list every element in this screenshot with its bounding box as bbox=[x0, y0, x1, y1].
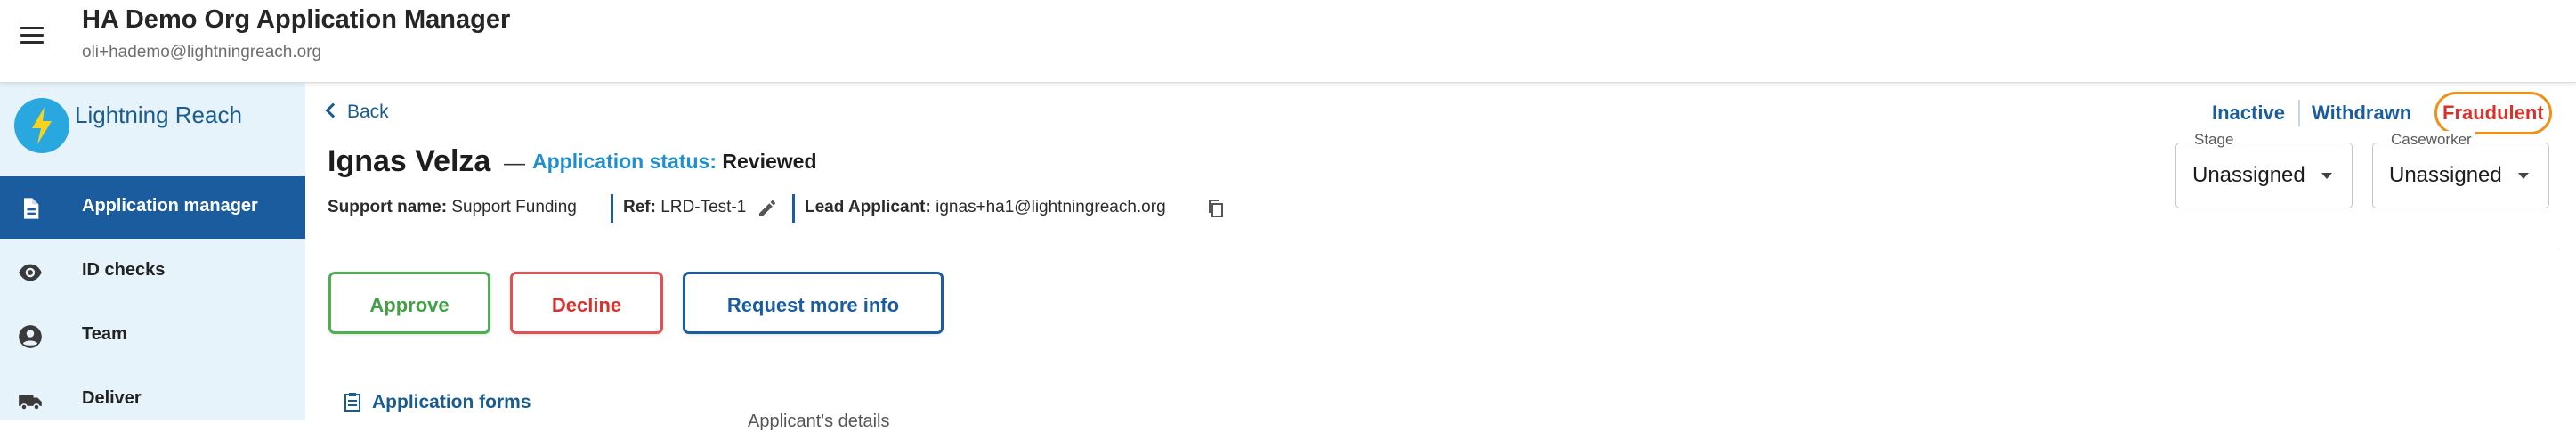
status-value: Reviewed bbox=[722, 150, 817, 173]
caret-down-icon bbox=[2518, 173, 2529, 179]
sidebar-item-application-manager[interactable]: Application manager bbox=[0, 176, 305, 239]
stage-select[interactable]: Stage Unassigned bbox=[2175, 131, 2353, 208]
sidebar-item-id-checks[interactable]: ID checks bbox=[0, 240, 305, 303]
lead-applicant: Lead Applicant: ignas+ha1@lightningreach… bbox=[805, 198, 1166, 217]
logo-text: Lightning Reach bbox=[75, 102, 242, 128]
eye-icon bbox=[19, 264, 42, 281]
sidebar-item-label: Deliver bbox=[82, 388, 142, 408]
sidebar-item-team[interactable]: Team bbox=[0, 305, 305, 367]
application-forms-label: Application forms bbox=[372, 392, 531, 412]
status-label: Application status: bbox=[532, 150, 717, 173]
lead-applicant-value: ignas+ha1@lightningreach.org bbox=[936, 198, 1166, 216]
menu-icon[interactable] bbox=[16, 20, 48, 52]
chevron-left-icon bbox=[325, 102, 341, 118]
stage-value: Unassigned bbox=[2192, 163, 2305, 187]
lead-applicant-key: Lead Applicant: bbox=[805, 198, 931, 216]
copy-icon[interactable] bbox=[1205, 198, 1227, 219]
decline-button[interactable]: Decline bbox=[510, 272, 663, 334]
back-link[interactable]: Back bbox=[325, 102, 389, 123]
section-heading-partial: Applicant's details bbox=[748, 412, 890, 431]
sidebar-item-deliver[interactable]: Deliver bbox=[0, 369, 305, 431]
user-email: oli+hademo@lightningreach.org bbox=[82, 43, 322, 61]
support-name-key: Support name: bbox=[328, 198, 448, 216]
action-separator bbox=[2298, 100, 2300, 126]
stage-label: Stage bbox=[2191, 131, 2238, 149]
reference: Ref: LRD-Test-1 bbox=[623, 198, 746, 217]
sidebar-item-label: Team bbox=[82, 324, 127, 344]
app-bar: HA Demo Org Application Manager oli+hade… bbox=[0, 0, 2576, 83]
app-title: HA Demo Org Application Manager bbox=[82, 5, 511, 34]
applicant-name: Ignas Velza bbox=[328, 144, 491, 178]
meta-divider bbox=[792, 194, 795, 223]
document-icon bbox=[24, 198, 39, 219]
meta-divider bbox=[611, 194, 613, 223]
truck-icon bbox=[19, 395, 42, 411]
caseworker-select[interactable]: Caseworker Unassigned bbox=[2372, 131, 2549, 208]
approve-button[interactable]: Approve bbox=[328, 272, 490, 334]
support-name-value: Support Funding bbox=[451, 198, 577, 216]
annotation-highlight-ring bbox=[2434, 92, 2552, 134]
sidebar: Lightning Reach Application manager ID c… bbox=[0, 82, 305, 420]
name-separator: — bbox=[504, 151, 525, 175]
back-label: Back bbox=[347, 102, 389, 122]
request-more-info-button[interactable]: Request more info bbox=[683, 272, 944, 334]
ref-value: LRD-Test-1 bbox=[660, 198, 747, 216]
sidebar-item-label: Application manager bbox=[82, 196, 258, 216]
inactive-button[interactable]: Inactive bbox=[2212, 102, 2285, 125]
clipboard-icon bbox=[344, 393, 360, 412]
application-forms-link[interactable]: Application forms bbox=[344, 392, 531, 413]
caseworker-value: Unassigned bbox=[2389, 163, 2502, 187]
account-circle-icon bbox=[19, 325, 42, 348]
application-status: Application status: Reviewed bbox=[532, 150, 817, 174]
caseworker-label: Caseworker bbox=[2387, 131, 2475, 149]
pencil-icon[interactable] bbox=[757, 198, 778, 219]
sidebar-item-label: ID checks bbox=[82, 260, 166, 280]
withdrawn-button[interactable]: Withdrawn bbox=[2312, 102, 2411, 125]
support-name: Support name: Support Funding bbox=[328, 198, 577, 217]
ref-key: Ref: bbox=[623, 198, 656, 216]
caret-down-icon bbox=[2321, 173, 2332, 179]
lightning-logo-icon bbox=[14, 98, 69, 153]
